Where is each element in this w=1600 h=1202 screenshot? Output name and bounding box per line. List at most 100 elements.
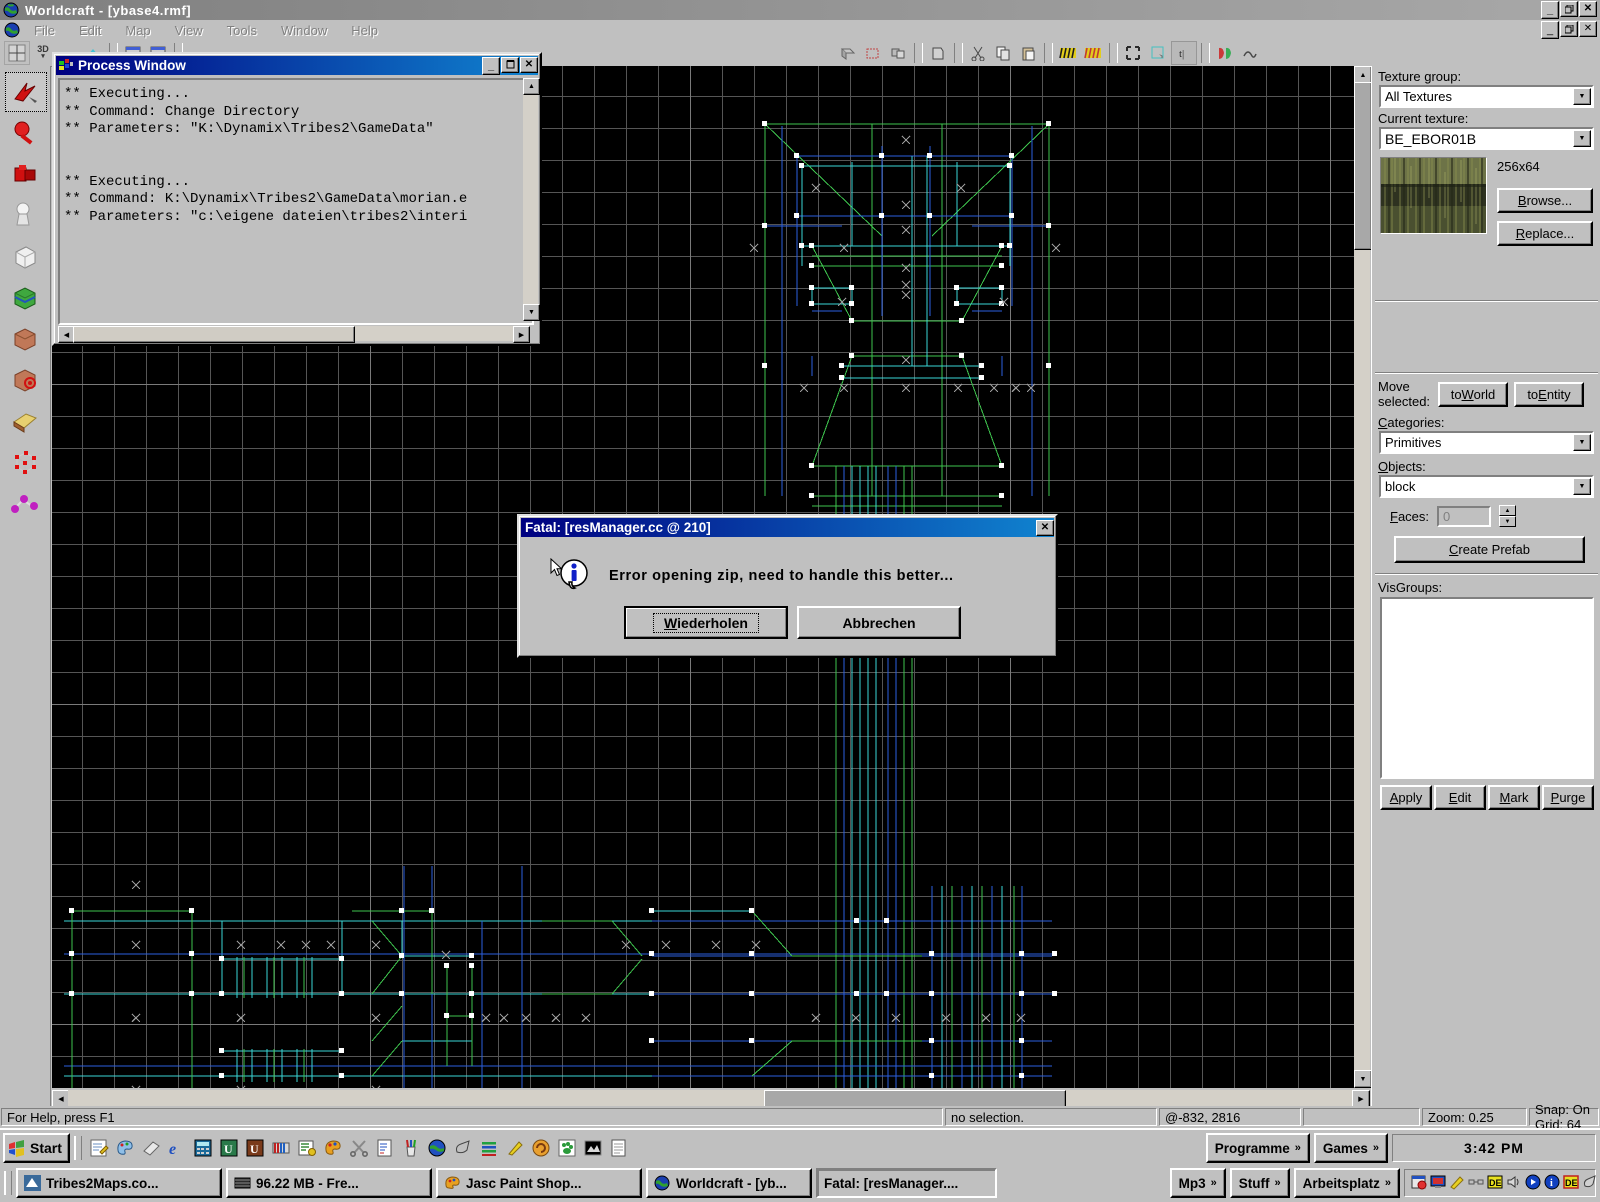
- chevron-down-icon-3[interactable]: ▼: [1573, 434, 1591, 451]
- circle-icon[interactable]: [530, 1137, 552, 1159]
- mouse-tray-icon[interactable]: [1582, 1174, 1598, 1193]
- paste-icon[interactable]: [1016, 42, 1040, 64]
- process-window-titlebar[interactable]: Process Window _ ✕: [56, 56, 538, 75]
- mdi-minimize-button[interactable]: _: [1541, 21, 1559, 39]
- chevron-right-icon-1[interactable]: »: [1295, 1142, 1301, 1154]
- faces-spin-down[interactable]: ▼: [1499, 516, 1517, 527]
- restore-button[interactable]: [1560, 1, 1578, 17]
- hscroll-track[interactable]: [68, 1090, 1354, 1106]
- replace-button[interactable]: Replace...: [1497, 221, 1593, 246]
- browse-button[interactable]: Browse...: [1497, 188, 1593, 213]
- chevron-right-icon-5[interactable]: »: [1385, 1177, 1391, 1189]
- check-map-icon[interactable]: [1238, 42, 1262, 64]
- lang-de-icon[interactable]: DE: [1563, 1174, 1579, 1193]
- chevron-right-icon-4[interactable]: »: [1274, 1177, 1280, 1189]
- network-icon[interactable]: [1468, 1174, 1484, 1193]
- process-window-hscrollbar[interactable]: ◀ ▶: [58, 326, 530, 343]
- toolband-programme[interactable]: Programme »: [1205, 1133, 1310, 1163]
- viewport-horizontal-scrollbar[interactable]: ◀ ▶: [52, 1090, 1370, 1108]
- bars-icon[interactable]: [478, 1137, 500, 1159]
- start-button[interactable]: Start: [3, 1133, 70, 1163]
- visgroups-list[interactable]: [1380, 597, 1594, 779]
- calculator-icon[interactable]: [192, 1137, 214, 1159]
- chevron-down-icon-4[interactable]: ▼: [1573, 478, 1591, 495]
- toolband-mp3[interactable]: Mp3 »: [1169, 1168, 1226, 1198]
- mdi-restore-button[interactable]: [1560, 21, 1578, 37]
- mouse-icon[interactable]: [452, 1137, 474, 1159]
- categories-combo[interactable]: Primitives ▼: [1379, 431, 1594, 454]
- fatal-error-dialog[interactable]: Fatal: [resManager.cc @ 210] ✕ Error ope…: [517, 514, 1058, 658]
- taskbutton-worldcraft[interactable]: Worldcraft - [yb...: [646, 1168, 812, 1198]
- keyboard-lang-icon[interactable]: DE: [1487, 1174, 1503, 1193]
- group-icon[interactable]: [886, 42, 910, 64]
- pw-scroll-up-arrow[interactable]: ▲: [523, 78, 540, 95]
- menu-view[interactable]: View: [163, 21, 215, 40]
- process-window-vscrollbar[interactable]: ▲ ▼: [523, 78, 540, 321]
- ungroup-icon[interactable]: [926, 42, 950, 64]
- toolband-games[interactable]: Games »: [1313, 1133, 1388, 1163]
- fatal-dialog-close-button[interactable]: ✕: [1036, 519, 1054, 536]
- quicklaunch-grip[interactable]: [73, 1136, 82, 1160]
- toolband-stuff[interactable]: Stuff »: [1229, 1168, 1290, 1198]
- create-prefab-button[interactable]: Create Prefab: [1394, 536, 1585, 563]
- info-tray-icon[interactable]: i: [1544, 1174, 1560, 1193]
- block-tool[interactable]: [5, 238, 45, 276]
- toggle-helpers-icon[interactable]: [1146, 42, 1170, 64]
- menu-map[interactable]: Map: [113, 21, 162, 40]
- selection-box-icon[interactable]: [1121, 42, 1145, 64]
- brush-tray-icon[interactable]: [1449, 1174, 1465, 1193]
- menu-file[interactable]: File: [22, 21, 67, 40]
- media-play-icon[interactable]: [1525, 1174, 1541, 1193]
- notepad-edit-icon[interactable]: [88, 1137, 110, 1159]
- texture-group-combo[interactable]: All Textures ▼: [1379, 85, 1594, 108]
- eraser-icon[interactable]: [140, 1137, 162, 1159]
- visgroup-mark-button[interactable]: Mark: [1488, 785, 1540, 810]
- selection-tool[interactable]: [5, 72, 47, 112]
- ultraedit-icon[interactable]: U: [218, 1137, 240, 1159]
- objects-combo[interactable]: block ▼: [1379, 475, 1594, 498]
- texture-application-tool[interactable]: [5, 279, 45, 317]
- abbrechen-button[interactable]: Abbrechen: [797, 606, 961, 639]
- pw-hscroll-thumb[interactable]: [73, 326, 355, 343]
- toolband-arbeitsplatz[interactable]: Arbeitsplatz »: [1293, 1168, 1400, 1198]
- pencils-cup-icon[interactable]: [400, 1137, 422, 1159]
- menu-edit[interactable]: Edit: [67, 21, 113, 40]
- to-entity-button[interactable]: toEntity: [1514, 381, 1584, 407]
- chevron-right-icon-2[interactable]: »: [1373, 1142, 1379, 1154]
- viewport-vertical-scrollbar[interactable]: ▲ ▼: [1354, 66, 1372, 1088]
- taskbutton-tribes2maps[interactable]: Tribes2Maps.co...: [16, 1168, 222, 1198]
- cut-icon[interactable]: [966, 42, 990, 64]
- texture-lock-icon[interactable]: [1081, 42, 1105, 64]
- chevron-right-icon-3[interactable]: »: [1211, 1177, 1217, 1189]
- entity-report-icon[interactable]: [1213, 42, 1237, 64]
- organizer-icon[interactable]: [296, 1137, 318, 1159]
- wordpad-icon[interactable]: [374, 1137, 396, 1159]
- texture-preview[interactable]: [1380, 157, 1487, 234]
- taskbutton-fatal-dialog[interactable]: Fatal: [resManager....: [816, 1168, 997, 1198]
- paint-palette-icon[interactable]: [114, 1137, 136, 1159]
- visgroup-edit-button[interactable]: Edit: [1434, 785, 1486, 810]
- pw-scroll-right-arrow[interactable]: ▶: [513, 326, 530, 343]
- display-icon[interactable]: [1430, 1174, 1446, 1193]
- fatal-dialog-titlebar[interactable]: Fatal: [resManager.cc @ 210] ✕: [521, 518, 1054, 537]
- menu-tools[interactable]: Tools: [215, 21, 269, 40]
- pw-minimize-button[interactable]: _: [482, 56, 500, 75]
- menu-window[interactable]: Window: [269, 21, 339, 40]
- wiederholen-button[interactable]: Wiederholen: [624, 606, 788, 639]
- hollow-icon[interactable]: [861, 42, 885, 64]
- pw-close-button[interactable]: ✕: [520, 56, 538, 73]
- camera-tool[interactable]: [5, 156, 45, 194]
- taskbutton-paintshop[interactable]: Jasc Paint Shop...: [436, 1168, 642, 1198]
- visgroup-apply-button[interactable]: Apply: [1380, 785, 1432, 810]
- pw-scroll-down-arrow[interactable]: ▼: [523, 304, 540, 321]
- menu-help[interactable]: Help: [339, 21, 390, 40]
- chevron-down-icon-2[interactable]: ▼: [1573, 130, 1591, 147]
- path-tool[interactable]: [5, 484, 45, 522]
- globe-icon[interactable]: [426, 1137, 448, 1159]
- entity-tool[interactable]: [5, 197, 45, 235]
- vscroll-thumb[interactable]: [1354, 82, 1372, 250]
- mdi-close-button[interactable]: ✕: [1579, 21, 1597, 37]
- notepad-icon[interactable]: [608, 1137, 630, 1159]
- paw-icon[interactable]: [556, 1137, 578, 1159]
- process-window[interactable]: Process Window _ ✕ ** Executing... ** Co…: [52, 52, 542, 346]
